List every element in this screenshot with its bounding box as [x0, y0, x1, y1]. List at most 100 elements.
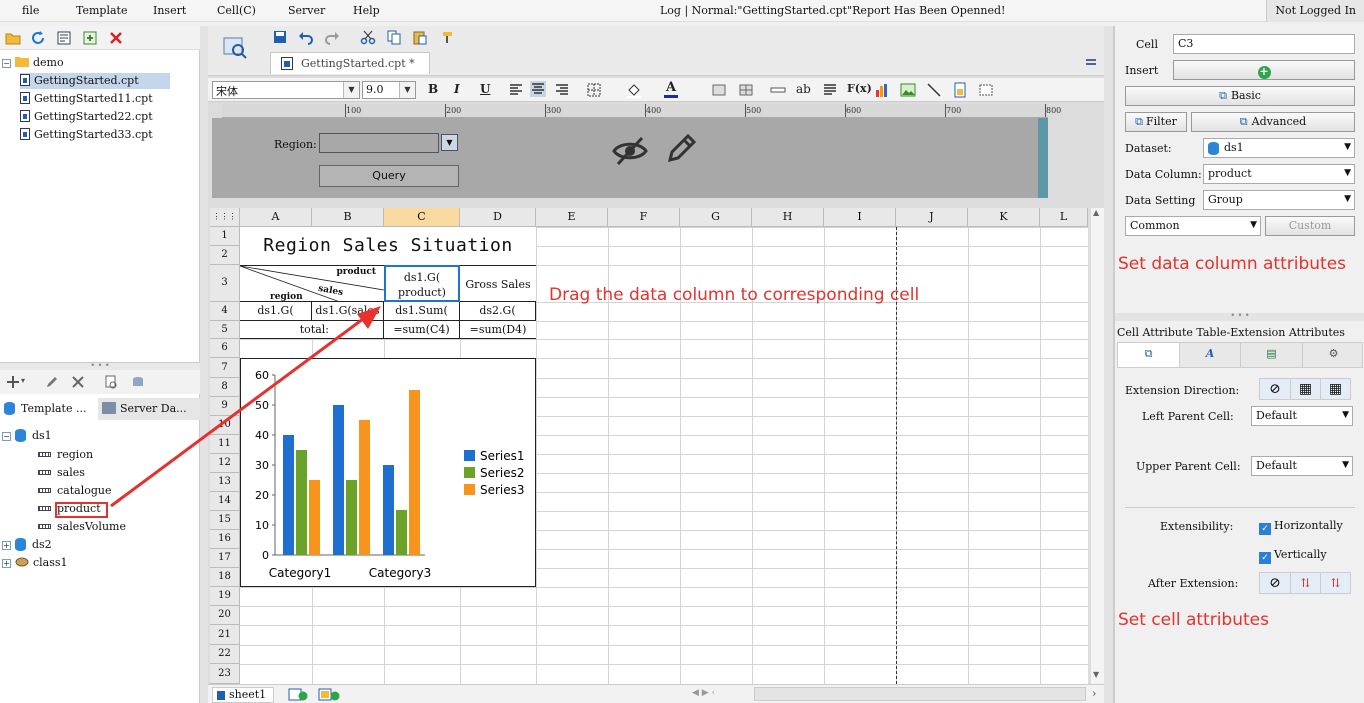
tree-folder-demo[interactable]: − demo: [2, 56, 64, 69]
insert-image-icon[interactable]: [900, 82, 916, 98]
sort-ascending-icon[interactable]: ⇅: [1290, 573, 1320, 593]
select-all-corner[interactable]: ⋮⋮⋮: [210, 208, 240, 227]
redo-icon[interactable]: [324, 29, 340, 45]
column-header[interactable]: J: [896, 208, 968, 227]
row-header[interactable]: 2: [210, 246, 240, 265]
column-header[interactable]: C: [384, 208, 460, 227]
row-header[interactable]: 21: [210, 625, 240, 645]
tab-menu-icon[interactable]: [1085, 56, 1097, 68]
scroll-up-icon[interactable]: ▲: [1093, 208, 1099, 217]
undo-icon[interactable]: [298, 29, 314, 45]
column-header[interactable]: B: [312, 208, 384, 227]
tab-settings-icon[interactable]: ⚙: [1302, 343, 1364, 367]
column-header[interactable]: L: [1040, 208, 1088, 227]
row-header[interactable]: 1: [210, 227, 240, 246]
collapse-icon[interactable]: −: [2, 432, 11, 441]
custom-button[interactable]: Custom: [1265, 216, 1355, 236]
column-header[interactable]: G: [680, 208, 752, 227]
collapse-icon[interactable]: −: [2, 59, 11, 68]
chevron-down-icon[interactable]: ▼: [343, 82, 359, 98]
no-extension-icon[interactable]: ⊘: [1260, 379, 1290, 399]
tree-file[interactable]: GettingStarted33.cpt: [20, 128, 153, 141]
dataset-select[interactable]: ds1 ▼: [1203, 138, 1355, 158]
vertical-extension-icon[interactable]: ▦: [1290, 379, 1320, 399]
align-left-icon[interactable]: [508, 82, 524, 98]
row-header[interactable]: 17: [210, 549, 240, 568]
expand-icon[interactable]: +: [2, 559, 11, 568]
vertically-checkbox[interactable]: ✓ Vertically: [1259, 548, 1327, 564]
row-header[interactable]: 23: [210, 664, 240, 684]
tree-file[interactable]: GettingStarted11.cpt: [20, 92, 153, 105]
tree-column-region[interactable]: region: [38, 448, 93, 461]
text-format-button[interactable]: ab: [796, 82, 811, 96]
vertical-scrollbar[interactable]: ▲ ▼: [1090, 208, 1104, 684]
add-dataset-icon[interactable]: [5, 374, 21, 390]
query-button[interactable]: Query: [319, 165, 459, 187]
align-center-icon[interactable]: [530, 81, 546, 97]
align-right-icon[interactable]: [554, 82, 570, 98]
advanced-button[interactable]: ⧉ Advanced: [1191, 112, 1355, 132]
font-family-select[interactable]: 宋体 ▼: [212, 81, 360, 99]
column-header[interactable]: A: [240, 208, 312, 227]
tab-gettingstarted[interactable]: GettingStarted.cpt *: [270, 52, 430, 74]
tree-column-sales[interactable]: sales: [38, 466, 85, 479]
search-designer-icon[interactable]: [222, 34, 248, 60]
no-sort-icon[interactable]: ⊘: [1260, 573, 1290, 593]
cell-d4[interactable]: ds2.G(: [460, 302, 536, 321]
expand-icon[interactable]: +: [2, 541, 11, 550]
horizontal-scrollbar[interactable]: [754, 687, 1086, 701]
scroll-right-icon[interactable]: ›: [1092, 687, 1096, 700]
cell-d5[interactable]: =sum(D4): [460, 321, 536, 339]
subreport-icon[interactable]: [952, 82, 968, 98]
menu-cell[interactable]: Cell(C): [217, 4, 256, 17]
data-setting-select[interactable]: Group ▼: [1203, 190, 1355, 210]
format-painter-icon[interactable]: [440, 29, 456, 45]
insert-button[interactable]: +: [1173, 60, 1355, 80]
menu-help[interactable]: Help: [353, 4, 380, 17]
horizontal-extension-icon[interactable]: ▦: [1320, 379, 1350, 399]
tree-column-salesvolume[interactable]: salesVolume: [38, 520, 126, 533]
widget-icon[interactable]: [978, 82, 994, 98]
login-status[interactable]: Not Logged In: [1266, 0, 1364, 22]
remove-icon[interactable]: [70, 374, 86, 390]
open-folder-icon[interactable]: [5, 30, 21, 46]
paragraph-icon[interactable]: [822, 82, 838, 98]
right-splitter[interactable]: [1104, 26, 1114, 703]
common-select[interactable]: Common ▼: [1125, 216, 1261, 236]
slash-icon[interactable]: [926, 82, 942, 98]
menu-template[interactable]: Template: [76, 4, 127, 17]
chevron-down-icon[interactable]: ▼: [1342, 410, 1349, 420]
column-header[interactable]: F: [608, 208, 680, 227]
row-header[interactable]: 19: [210, 587, 240, 606]
panel-splitter[interactable]: • • •: [1115, 312, 1364, 321]
upper-parent-select[interactable]: Default ▼: [1251, 456, 1353, 476]
refresh-icon[interactable]: [30, 30, 46, 46]
chevron-down-icon[interactable]: ▼: [1342, 460, 1349, 470]
tree-file[interactable]: GettingStarted22.cpt: [20, 110, 153, 123]
insert-chart-icon[interactable]: [874, 82, 890, 98]
properties-icon[interactable]: [56, 30, 72, 46]
copy-icon[interactable]: [386, 29, 402, 45]
cell-name-field[interactable]: C3: [1173, 34, 1355, 54]
tree-file-selected[interactable]: GettingStarted.cpt: [20, 73, 170, 89]
row-header[interactable]: 20: [210, 606, 240, 625]
bold-button[interactable]: B: [428, 82, 438, 96]
cell-c4[interactable]: ds1.Sum(: [384, 302, 460, 321]
hide-icon[interactable]: [612, 134, 648, 168]
tree-dataset-ds1[interactable]: − ds1: [2, 429, 52, 442]
left-parent-select[interactable]: Default ▼: [1251, 406, 1353, 426]
menu-insert[interactable]: Insert: [153, 4, 186, 17]
tab-sheet1[interactable]: sheet1: [212, 687, 274, 703]
chevron-down-icon[interactable]: ▼: [441, 134, 458, 151]
menu-file[interactable]: file: [22, 4, 39, 17]
row-header[interactable]: 3: [210, 265, 240, 302]
edit-icon[interactable]: [44, 374, 60, 390]
font-color-icon[interactable]: A: [666, 80, 676, 95]
column-header[interactable]: I: [824, 208, 896, 227]
basic-button[interactable]: ⧉ Basic: [1125, 86, 1355, 106]
chevron-down-icon[interactable]: ▼: [1250, 220, 1257, 230]
formula-button[interactable]: F(x): [847, 82, 872, 95]
save-icon[interactable]: [272, 29, 288, 45]
tab-template-datasets[interactable]: Template ...: [0, 398, 98, 420]
cell-c3[interactable]: ds1.G( product): [384, 265, 460, 302]
